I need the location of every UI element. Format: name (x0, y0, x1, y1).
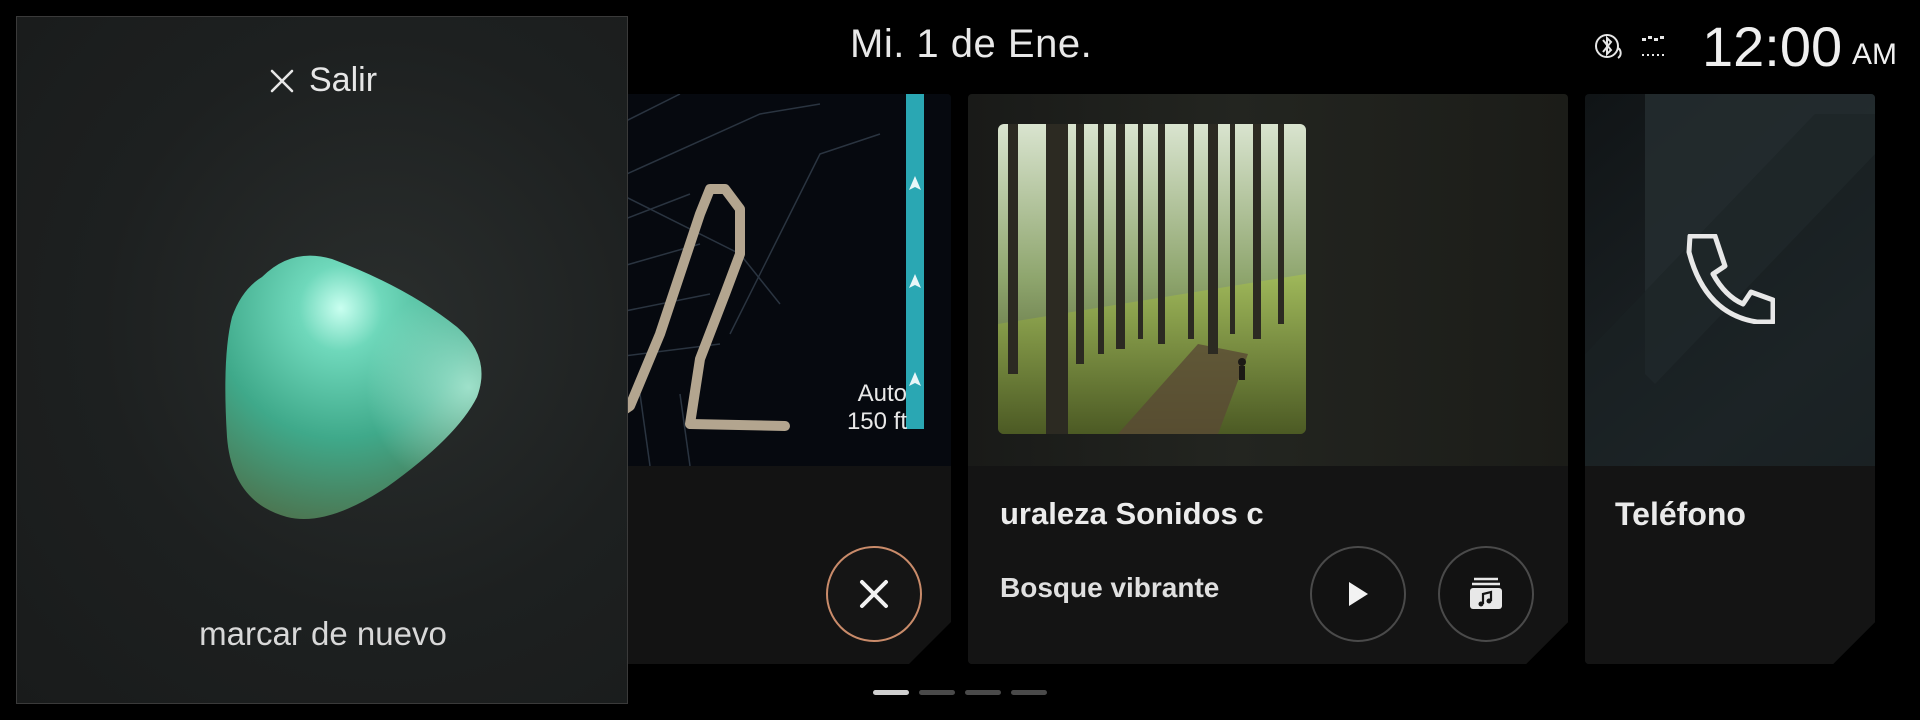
music-library-icon (1468, 577, 1504, 611)
status-icons (1595, 34, 1664, 59)
media-title: uraleza Sonidos c (1000, 496, 1264, 531)
exit-button[interactable]: Salir (269, 61, 377, 100)
voice-assistant-panel: Salir marcar de nuevo (16, 16, 628, 704)
page-dot[interactable] (919, 690, 955, 695)
close-icon (270, 69, 294, 92)
album-art (998, 124, 1306, 434)
phone-label: Teléfono (1615, 496, 1746, 532)
page-indicator[interactable] (873, 690, 1047, 695)
clock-ampm: AM (1852, 38, 1897, 71)
phone-icon (1685, 234, 1775, 324)
phone-card[interactable]: Teléfono (1585, 94, 1875, 664)
signal-icon (1642, 36, 1664, 56)
play-button[interactable] (1310, 546, 1406, 642)
distance-readout: Auto 150 ft (847, 380, 907, 436)
distance-mode: Auto (857, 380, 907, 407)
track-name: Bosque vibrante (1000, 572, 1220, 603)
voice-hint: marcar de nuevo (199, 615, 447, 652)
page-dot[interactable] (965, 690, 1001, 695)
page-dot[interactable] (1011, 690, 1047, 695)
music-library-button[interactable] (1438, 546, 1534, 642)
play-icon (1345, 579, 1371, 609)
media-card[interactable]: uraleza Sonidos c Bosque vibrante (968, 94, 1568, 664)
close-icon (857, 577, 891, 611)
page-dot[interactable] (873, 690, 909, 695)
clock-time: 12:00 (1702, 15, 1843, 78)
exit-label: Salir (309, 61, 378, 99)
distance-value: 150 ft (846, 408, 907, 435)
date-display: Mi. 1 de Ene. (850, 22, 1093, 66)
bluetooth-audio-icon (1595, 34, 1622, 59)
cancel-route-button[interactable] (826, 546, 922, 642)
voice-assistant-orb (225, 255, 482, 520)
